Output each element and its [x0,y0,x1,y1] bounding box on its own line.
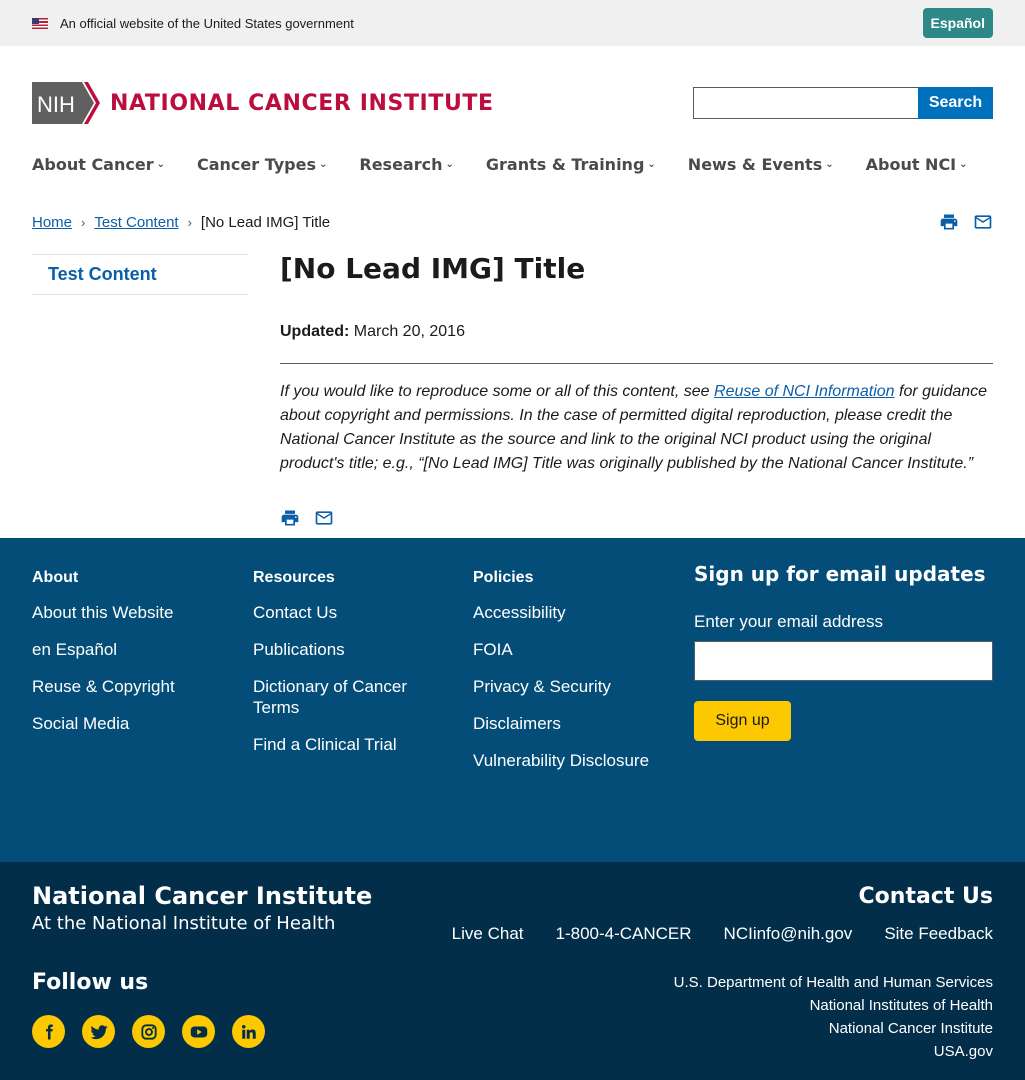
nav-item-label: News & Events [687,155,823,174]
espanol-button[interactable]: Español [922,8,993,38]
footer-heading: Resources [253,569,335,586]
breadcrumb-current: [No Lead IMG] Title [200,214,331,231]
nav-item-label: Grants & Training [485,155,645,174]
chevron-down-icon: ⌄ [318,159,328,170]
footer-org-title: National Cancer Institute [32,882,373,910]
footer-link[interactable]: Publications [253,639,443,660]
footer-link[interactable]: Reuse & Copyright [32,676,232,697]
instagram-icon[interactable] [132,1015,165,1048]
reuse-notice: If you would like to reproduce some or a… [280,380,993,476]
sidebar-item-test-content[interactable]: Test Content [48,264,157,284]
section-nav: Test Content [32,254,248,295]
contact-links: Live Chat 1-800-4-CANCER NCIinfo@nih.gov… [452,924,993,944]
nci-logo[interactable]: NIH NATIONAL CANCER INSTITUTE [32,82,494,124]
search-form: Search [693,87,993,119]
contact-us-heading: Contact Us [858,884,993,909]
main-nav: About Cancer ⌄ Cancer Types ⌄ Research ⌄ Gr… [32,155,1000,174]
email-signup: Sign up for email updates Enter your ema… [694,562,994,741]
breadcrumb-home[interactable]: Home [32,214,72,231]
footer-link[interactable]: Contact Us [253,602,443,623]
footer-link[interactable]: Dictionary of Cancer Terms [253,676,443,718]
gov-banner-text: An official website of the United States… [60,15,354,31]
chevron-down-icon: ⌄ [959,159,968,170]
search-input[interactable] [693,87,918,119]
chevron-down-icon: ⌄ [156,159,165,170]
chevron-right-icon: › [187,215,192,230]
reuse-text-before: If you would like to reproduce some or a… [280,383,715,400]
footer-link[interactable]: Find a Clinical Trial [253,734,443,755]
gov-banner: An official website of the United States… [0,0,1025,46]
nih-logo-icon: NIH [32,82,100,124]
footer-heading: Policies [473,569,534,586]
breadcrumb-section[interactable]: Test Content [94,214,178,231]
email-link[interactable]: NCIinfo@nih.gov [724,924,853,944]
page-title: [No Lead IMG] Title [280,252,586,285]
footer-col-policies: Policies Accessibility FOIA Privacy & Se… [473,569,683,787]
email-field[interactable] [694,641,993,681]
nav-item-about-cancer[interactable]: About Cancer ⌄ [32,155,165,174]
share-tools-top [939,212,993,232]
institute-name: NATIONAL CANCER INSTITUTE [110,90,494,116]
email-field-label: Enter your email address [694,612,883,631]
updated-date: Updated: March 20, 2016 [280,323,465,341]
chevron-down-icon: ⌄ [647,159,656,170]
nav-item-about-nci[interactable]: About NCI ⌄ [866,155,968,174]
agency-link[interactable]: USA.gov [674,1040,993,1063]
twitter-icon[interactable] [82,1015,115,1048]
site-feedback-link[interactable]: Site Feedback [884,924,993,944]
share-tools-bottom [280,508,334,528]
email-icon[interactable] [314,508,334,528]
footer-link[interactable]: Disclaimers [473,713,683,734]
phone-link[interactable]: 1-800-4-CANCER [556,924,692,944]
footer-heading: About [32,569,79,586]
nav-item-grants-training[interactable]: Grants & Training ⌄ [486,155,656,174]
divider [280,363,993,364]
print-icon[interactable] [280,508,300,528]
agency-link[interactable]: U.S. Department of Health and Human Serv… [674,971,993,994]
email-icon[interactable] [973,212,993,232]
footer-col-resources: Resources Contact Us Publications Dictio… [253,569,443,771]
footer-org-subtitle: At the National Institute of Health [32,913,336,934]
breadcrumb: Home › Test Content › [No Lead IMG] Titl… [32,214,330,231]
updated-label: Updated: [280,323,350,340]
nav-item-label: Cancer Types [196,155,316,174]
nav-item-label: Research [359,155,443,174]
signup-heading: Sign up for email updates [694,562,986,586]
updated-value: March 20, 2016 [353,323,465,340]
linkedin-icon[interactable] [232,1015,265,1048]
chevron-right-icon: › [81,215,86,230]
footer-secondary: National Cancer Institute At the Nationa… [0,862,1025,1080]
footer-link[interactable]: Accessibility [473,602,683,623]
signup-button[interactable]: Sign up [694,701,791,741]
nih-mark-text: NIH [37,92,75,117]
footer-link[interactable]: en Español [32,639,232,660]
agency-links: U.S. Department of Health and Human Serv… [674,971,993,1063]
footer-link[interactable]: Privacy & Security [473,676,683,697]
footer-link[interactable]: Social Media [32,713,232,734]
nav-item-news-events[interactable]: News & Events ⌄ [688,155,834,174]
footer-primary: About About this Website en Español Reus… [0,538,1025,862]
agency-link[interactable]: National Institutes of Health [674,994,993,1017]
nav-item-label: About Cancer [32,155,154,174]
reuse-link[interactable]: Reuse of NCI Information [714,383,895,400]
chevron-down-icon: ⌄ [445,159,454,170]
youtube-icon[interactable] [182,1015,215,1048]
nav-item-label: About NCI [865,155,957,174]
search-button[interactable]: Search [918,87,993,119]
footer-link[interactable]: FOIA [473,639,683,660]
footer-link[interactable]: About this Website [32,602,232,623]
agency-link[interactable]: National Cancer Institute [674,1017,993,1040]
social-links [32,1015,265,1048]
facebook-icon[interactable] [32,1015,65,1048]
footer-link[interactable]: Vulnerability Disclosure [473,750,683,771]
nav-item-research[interactable]: Research ⌄ [359,155,454,174]
footer-col-about: About About this Website en Español Reus… [32,569,232,750]
follow-us-heading: Follow us [32,970,149,995]
us-flag-icon [32,17,48,29]
site-header: NIH NATIONAL CANCER INSTITUTE Search [0,46,1025,146]
print-icon[interactable] [939,212,959,232]
live-chat-link[interactable]: Live Chat [452,924,524,944]
chevron-down-icon: ⌄ [825,159,834,170]
nav-item-cancer-types[interactable]: Cancer Types ⌄ [197,155,327,174]
